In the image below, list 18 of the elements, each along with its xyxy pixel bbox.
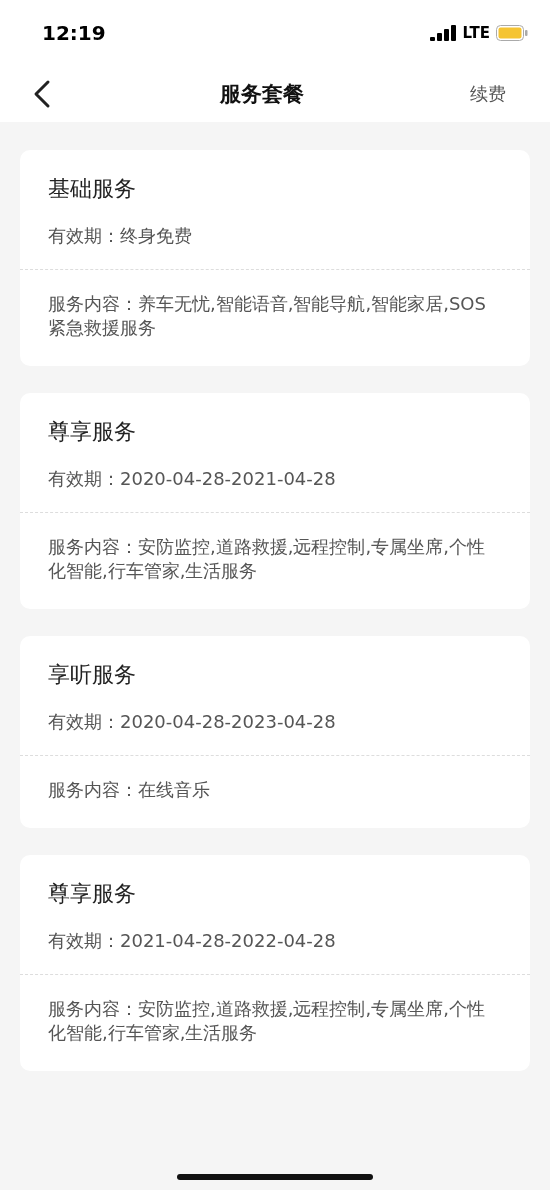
package-name: 享听服务 bbox=[47, 661, 137, 689]
service-content: 服务内容：在线音乐 bbox=[47, 778, 211, 802]
page-title: 服务套餐 bbox=[220, 80, 304, 108]
validity-text: 有效期：2021-04-28-2022-04-28 bbox=[47, 929, 337, 953]
service-content: 服务内容：安防监控,道路救援,远程控制,专属坐席,个性化智能,行车管家,生活服务 bbox=[47, 997, 486, 1045]
validity-text: 有效期：2020-04-28-2023-04-28 bbox=[47, 710, 337, 734]
signal-icon bbox=[430, 24, 457, 41]
renew-button[interactable]: 续费 bbox=[470, 81, 506, 106]
package-name: 尊享服务 bbox=[47, 418, 137, 446]
status-time: 12:19 bbox=[42, 20, 106, 45]
package-name: 基础服务 bbox=[47, 175, 137, 203]
validity-text: 有效期：终身免费 bbox=[47, 224, 193, 248]
network-label: LTE bbox=[462, 23, 490, 42]
validity-text: 有效期：2020-04-28-2021-04-28 bbox=[47, 467, 337, 491]
service-content: 服务内容：安防监控,道路救援,远程控制,专属坐席,个性化智能,行车管家,生活服务 bbox=[47, 535, 486, 583]
package-name: 尊享服务 bbox=[47, 880, 137, 908]
battery-icon bbox=[496, 24, 528, 41]
service-content: 服务内容：养车无忧,智能语音,智能导航,智能家居,SOS紧急救援服务 bbox=[47, 292, 487, 340]
